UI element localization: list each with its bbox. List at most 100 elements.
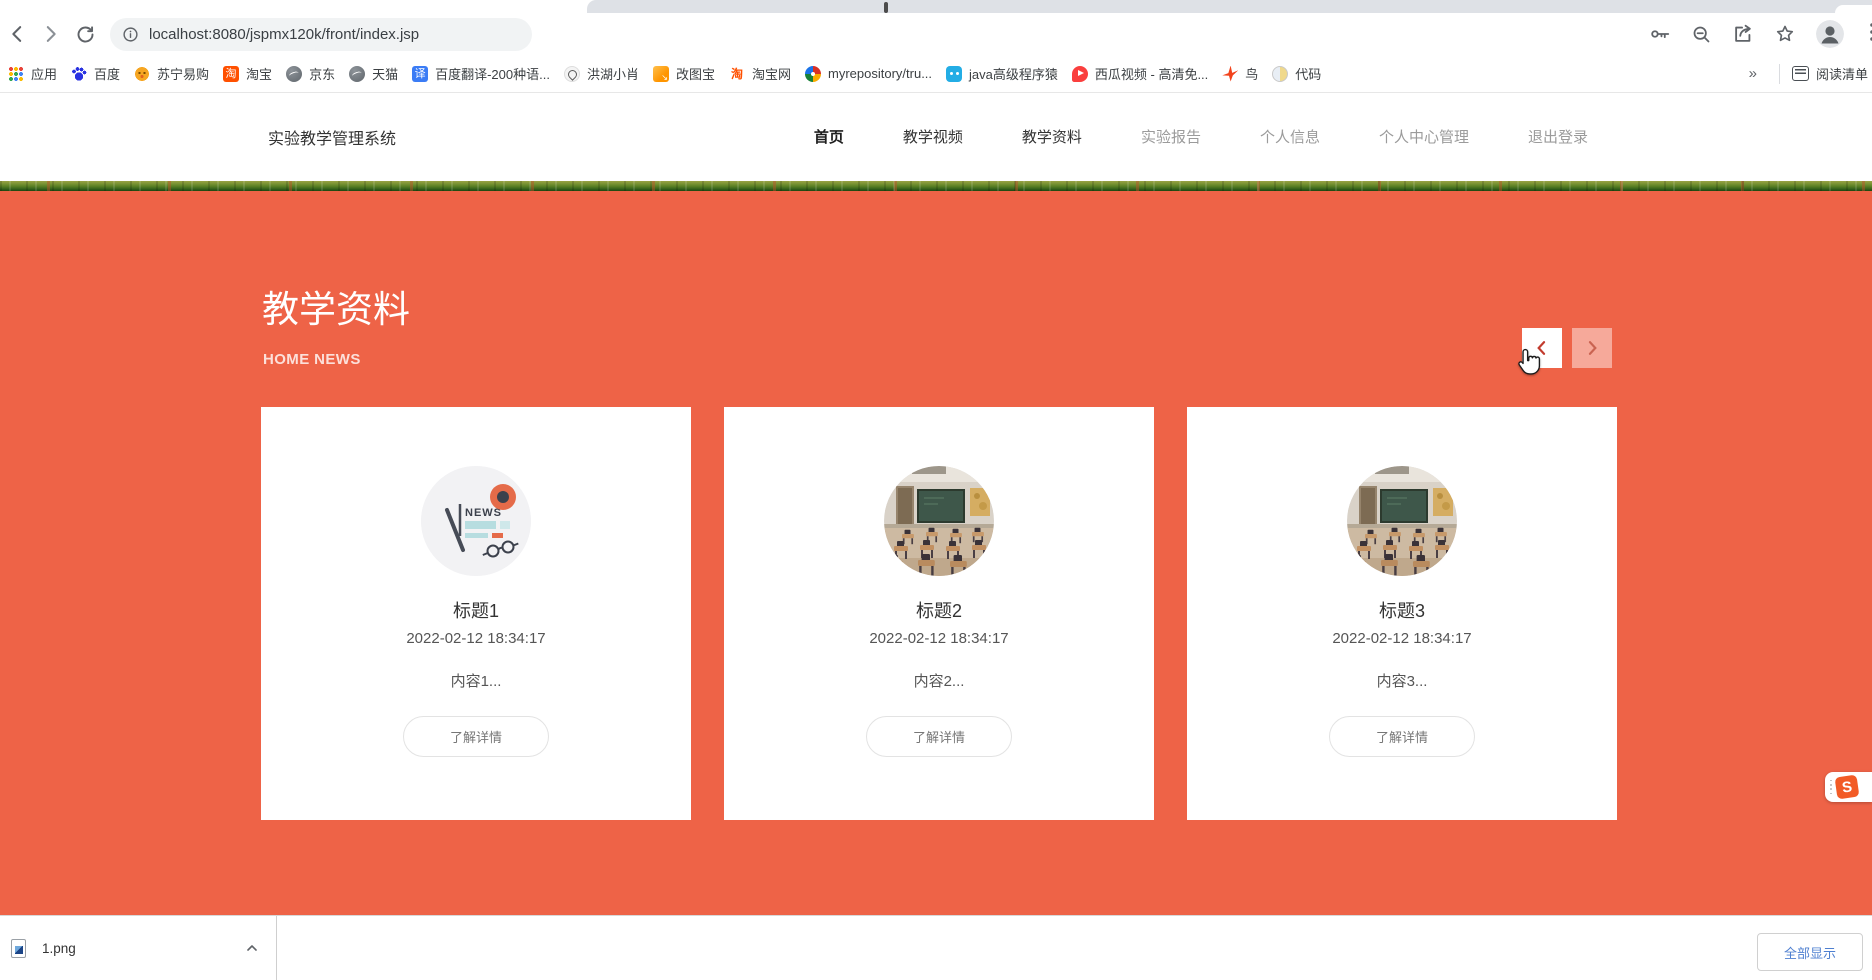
baidu-paw-icon [71,65,88,82]
repo-swirl-icon [805,65,821,82]
bookmark-item[interactable]: 天猫 [347,64,410,83]
profile-avatar[interactable] [1816,20,1844,48]
chevron-up-icon [247,945,257,951]
chevron-left-icon [1537,341,1546,355]
address-bar[interactable]: localhost:8080/jspmx120k/front/index.jsp [110,17,532,51]
password-key-icon[interactable] [1649,23,1671,45]
bookmark-label: 天猫 [372,67,399,82]
news-card: NEWS 标题1 2022-02-12 18:34:17 内容1... 了解详情 [261,407,691,820]
nav-item[interactable]: 个人中心管理 [1379,126,1469,147]
bookmarks-list: 应用 百度 苏宁易购 淘宝 京东 天猫 百度翻译-200种语... 洪湖小肖 改… [6,64,1333,83]
bookmark-item[interactable]: java高级程序猿 [944,64,1070,83]
card-detail-button[interactable]: 了解详情 [1329,716,1475,757]
bookmark-label: java高级程序猿 [969,67,1058,82]
news-card: 标题2 2022-02-12 18:34:17 内容2... 了解详情 [724,407,1154,820]
globe-icon [286,65,303,82]
download-item-menu[interactable] [244,940,260,956]
nav-item[interactable]: 个人信息 [1260,126,1320,147]
bookmark-item[interactable]: 应用 [6,64,69,83]
bookmark-item[interactable]: 淘宝 [221,64,284,83]
forward-button[interactable] [34,17,68,51]
avatar-icon [1816,20,1844,48]
bookmark-star-icon[interactable] [1774,23,1796,45]
section-subtitle: HOME NEWS [263,351,361,368]
bookmark-label: 应用 [31,67,58,82]
card-content: 内容2... [913,673,965,690]
bookmarks-bar: 应用 百度 苏宁易购 淘宝 京东 天猫 百度翻译-200种语... 洪湖小肖 改… [0,55,1872,93]
cards-row: NEWS 标题1 2022-02-12 18:34:17 内容1... 了解详情 [261,407,1617,820]
nav-item[interactable]: 教学资料 [1022,126,1082,147]
card-detail-button[interactable]: 了解详情 [403,716,549,757]
reading-list-button[interactable]: 阅读清单 [1790,64,1872,83]
site-header: 实验教学管理系统 首页 教学视频 教学资料 实验报告 个人信息 个人中心管理 退… [0,93,1872,181]
translate-icon [412,65,429,82]
download-bar: 1.png 全部显示 [0,915,1872,980]
show-all-downloads-button[interactable]: 全部显示 [1757,933,1863,971]
main-nav: 首页 教学视频 教学资料 实验报告 个人信息 个人中心管理 退出登录 [814,126,1588,147]
zoom-out-icon[interactable] [1691,24,1712,45]
nav-item[interactable]: 教学视频 [903,126,963,147]
bookmark-item[interactable]: 百度翻译-200种语... [410,64,562,83]
bookmark-item[interactable]: 百度 [69,64,132,83]
banner-grass-strip [0,181,1872,191]
bookmark-label: 苏宁易购 [157,67,210,82]
bookmark-item[interactable]: 淘宝网 [727,64,803,83]
bookmark-label: 代码 [1295,67,1322,82]
bookmark-label: 改图宝 [675,67,715,82]
card-detail-button[interactable]: 了解详情 [866,716,1012,757]
three-dots-icon [1870,22,1872,41]
nav-item[interactable]: 实验报告 [1141,126,1201,147]
bookmark-label: 淘宝网 [751,67,791,82]
back-icon [12,26,22,42]
bookmark-item[interactable]: 洪湖小肖 [562,64,651,83]
bookmark-item[interactable]: 代码 [1270,64,1333,83]
globe-icon [349,65,366,82]
s-logo-icon: S [1834,774,1860,800]
tab-strip-corner [1835,5,1872,13]
browser-toolbar: localhost:8080/jspmx120k/front/index.jsp [0,13,1872,55]
nav-item[interactable]: 退出登录 [1528,126,1588,147]
taobao-text-icon [728,65,745,82]
site-info-icon[interactable] [122,26,139,43]
bookmark-label: 百度翻译-200种语... [435,67,550,82]
download-file-name: 1.png [42,940,76,956]
card-date: 2022-02-12 18:34:17 [406,630,546,647]
reload-button[interactable] [68,17,102,51]
bookmark-item[interactable]: 京东 [284,64,347,83]
download-item[interactable]: 1.png [0,916,277,980]
url-text: localhost:8080/jspmx120k/front/index.jsp [149,25,420,43]
svg-text:NEWS: NEWS [465,507,502,519]
bookmarks-divider [1778,63,1780,84]
classroom-photo [884,466,994,576]
site-brand: 实验教学管理系统 [268,131,397,148]
carousel-next-button[interactable] [1572,328,1612,368]
bookmark-label: 淘宝 [246,67,273,82]
bookmark-label: 西瓜视频 - 高清免... [1094,67,1209,82]
screenshot-tool-widget[interactable]: S [1825,772,1872,802]
browser-menu-button[interactable] [1864,20,1872,49]
bookmark-label: 京东 [309,67,336,82]
suning-lion-icon [134,65,151,82]
xigua-icon [1071,65,1088,82]
card-content: 内容1... [450,673,502,690]
share-icon[interactable] [1732,23,1754,45]
bookmark-item[interactable]: 鸟 [1220,64,1270,83]
browser-window: localhost:8080/jspmx120k/front/index.jsp… [0,0,1872,980]
carousel-prev-button[interactable] [1522,328,1562,368]
toolbar-right-icons [1649,20,1872,49]
bookmarks-overflow-chevron[interactable]: » [1737,65,1769,82]
section-title: 教学资料 [262,289,410,330]
bookmark-item[interactable]: 西瓜视频 - 高清免... [1070,64,1220,83]
bookmark-item[interactable]: 改图宝 [651,64,727,83]
back-button[interactable] [0,17,34,51]
classroom-photo [1347,466,1457,576]
card-image [884,466,994,576]
reading-list-label: 阅读清单 [1815,67,1868,82]
bookmark-item[interactable]: myrepository/tru... [803,65,944,82]
nav-item[interactable]: 首页 [814,126,844,147]
code-moon-icon [1272,65,1289,82]
carousel-controls [1522,328,1612,368]
apps-icon [8,65,24,82]
bookmark-item[interactable]: 苏宁易购 [132,64,221,83]
reading-list-icon [1791,66,1809,81]
